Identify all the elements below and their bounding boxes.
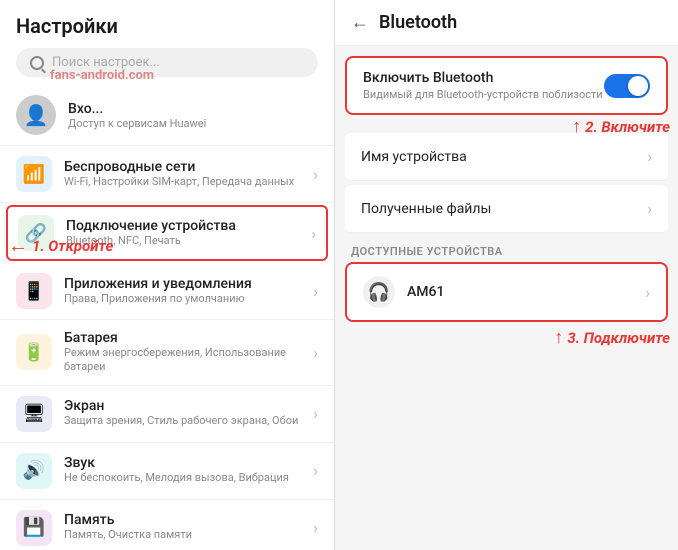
chevron-right-icon: › bbox=[647, 147, 652, 166]
item-text: Приложения и уведомления Права, Приложен… bbox=[64, 276, 301, 306]
back-button[interactable]: ← bbox=[351, 12, 369, 33]
right-header: ← Bluetooth bbox=[335, 0, 678, 46]
item-text: Экран Защита зрения, Стиль рабочего экра… bbox=[64, 398, 301, 428]
device-name: AM61 bbox=[407, 284, 444, 300]
settings-item-storage[interactable]: 💾 Память Память, Очистка памяти › bbox=[0, 500, 334, 550]
chevron-right-icon: › bbox=[647, 199, 652, 218]
settings-item-apps[interactable]: 📱 Приложения и уведомления Права, Прилож… bbox=[0, 263, 334, 320]
left-panel: Настройки Поиск настроек... 👤 Вхо... Дос… bbox=[0, 0, 335, 550]
left-header: Настройки Поиск настроек... bbox=[0, 0, 334, 85]
item-title: Звук bbox=[64, 455, 301, 471]
device-item-am61[interactable]: 🎧 AM61 › bbox=[345, 262, 668, 322]
search-box[interactable]: Поиск настроек... bbox=[16, 48, 318, 77]
settings-item-wireless[interactable]: 📶 Беспроводные сети Wi-Fi, Настройки SIM… bbox=[0, 146, 334, 203]
profile-sub: Доступ к сервисам Huawei bbox=[68, 117, 318, 130]
wifi-icon: 📶 bbox=[16, 156, 52, 192]
available-devices-header: ДОСТУПНЫЕ УСТРОЙСТВА bbox=[335, 237, 678, 262]
chevron-right-icon: › bbox=[313, 165, 318, 184]
search-icon bbox=[30, 56, 44, 70]
right-content: Включить Bluetooth Видимый для Bluetooth… bbox=[335, 46, 678, 550]
settings-item-sound[interactable]: 🔊 Звук Не беспокоить, Мелодия вызова, Ви… bbox=[0, 443, 334, 500]
chevron-right-icon: › bbox=[313, 404, 318, 423]
arrow-up2-icon: ↑ bbox=[554, 327, 563, 348]
received-files-row[interactable]: Полученные файлы › bbox=[345, 185, 668, 233]
chevron-right-icon: › bbox=[313, 343, 318, 362]
display-icon: 🖥 bbox=[16, 396, 52, 432]
device-name-row[interactable]: Имя устройства › bbox=[345, 133, 668, 181]
item-title: Беспроводные сети bbox=[64, 159, 301, 175]
arrow-up-icon: ↑ bbox=[572, 116, 581, 137]
device-left: 🎧 AM61 bbox=[363, 276, 444, 308]
settings-item-display[interactable]: 🖥 Экран Защита зрения, Стиль рабочего эк… bbox=[0, 386, 334, 443]
item-sub: Защита зрения, Стиль рабочего экрана, Об… bbox=[64, 414, 301, 428]
annotation-open-label: 1. Откройте bbox=[32, 237, 113, 255]
item-title: Подключение устройства bbox=[66, 218, 299, 234]
received-files-label: Полученные файлы bbox=[361, 201, 491, 217]
item-text: Беспроводные сети Wi-Fi, Настройки SIM-к… bbox=[64, 159, 301, 189]
chevron-right-icon: › bbox=[311, 224, 316, 243]
item-sub: Режим энергосбережения, Использование ба… bbox=[64, 346, 301, 375]
item-sub: Права, Приложения по умолчанию bbox=[64, 292, 301, 306]
item-text: Батарея Режим энергосбережения, Использо… bbox=[64, 330, 301, 375]
storage-icon: 💾 bbox=[16, 510, 52, 546]
settings-list: 📶 Беспроводные сети Wi-Fi, Настройки SIM… bbox=[0, 146, 334, 550]
profile-info: Вхо... Доступ к сервисам Huawei bbox=[68, 101, 318, 130]
chevron-right-icon: › bbox=[313, 461, 318, 480]
page-title: Настройки bbox=[16, 14, 318, 38]
item-title: Приложения и уведомления bbox=[64, 276, 301, 292]
right-title: Bluetooth bbox=[379, 12, 457, 33]
settings-item-battery[interactable]: 🔋 Батарея Режим энергосбережения, Исполь… bbox=[0, 320, 334, 386]
app-wrapper: Настройки Поиск настроек... 👤 Вхо... Дос… bbox=[0, 0, 678, 550]
avatar: 👤 bbox=[16, 95, 56, 135]
annotation-connect-label: 3. Подключите bbox=[567, 329, 670, 347]
search-placeholder: Поиск настроек... bbox=[52, 55, 160, 70]
item-title: Батарея bbox=[64, 330, 301, 346]
profile-name: Вхо... bbox=[68, 101, 318, 117]
bluetooth-toggle-section: Включить Bluetooth Видимый для Bluetooth… bbox=[345, 56, 668, 115]
headphone-icon: 🎧 bbox=[363, 276, 395, 308]
bluetooth-toggle-switch[interactable] bbox=[604, 74, 650, 98]
device-name-label: Имя устройства bbox=[361, 149, 467, 165]
item-title: Память bbox=[64, 512, 301, 528]
annotation-enable-label: 2. Включите bbox=[585, 118, 670, 136]
item-text: Звук Не беспокоить, Мелодия вызова, Вибр… bbox=[64, 455, 301, 485]
chevron-right-icon: › bbox=[313, 282, 318, 301]
bluetooth-toggle-row: Включить Bluetooth Видимый для Bluetooth… bbox=[363, 70, 650, 101]
apps-icon: 📱 bbox=[16, 273, 52, 309]
item-sub: Память, Очистка памяти bbox=[64, 528, 301, 542]
arrow-left-icon: ← bbox=[8, 233, 28, 258]
bluetooth-toggle-sub: Видимый для Bluetooth-устройств поблизос… bbox=[363, 88, 603, 101]
annotation-enable: ↑ 2. Включите bbox=[572, 116, 670, 137]
annotation-open: ← 1. Откройте bbox=[8, 233, 113, 258]
item-text: Память Память, Очистка памяти bbox=[64, 512, 301, 542]
item-sub: Не беспокоить, Мелодия вызова, Вибрация bbox=[64, 471, 301, 485]
chevron-right-icon: › bbox=[313, 518, 318, 537]
item-sub: Wi-Fi, Настройки SIM-карт, Передача данн… bbox=[64, 175, 301, 189]
profile-row[interactable]: 👤 Вхо... Доступ к сервисам Huawei bbox=[0, 85, 334, 146]
battery-icon: 🔋 bbox=[16, 334, 52, 370]
bluetooth-toggle-label: Включить Bluetooth bbox=[363, 70, 603, 86]
chevron-right-icon: › bbox=[645, 283, 650, 302]
annotation-connect: ↑ 3. Подключите bbox=[554, 327, 670, 348]
toggle-label-group: Включить Bluetooth Видимый для Bluetooth… bbox=[363, 70, 603, 101]
item-title: Экран bbox=[64, 398, 301, 414]
sound-icon: 🔊 bbox=[16, 453, 52, 489]
right-panel: ← Bluetooth Включить Bluetooth Видимый д… bbox=[335, 0, 678, 550]
